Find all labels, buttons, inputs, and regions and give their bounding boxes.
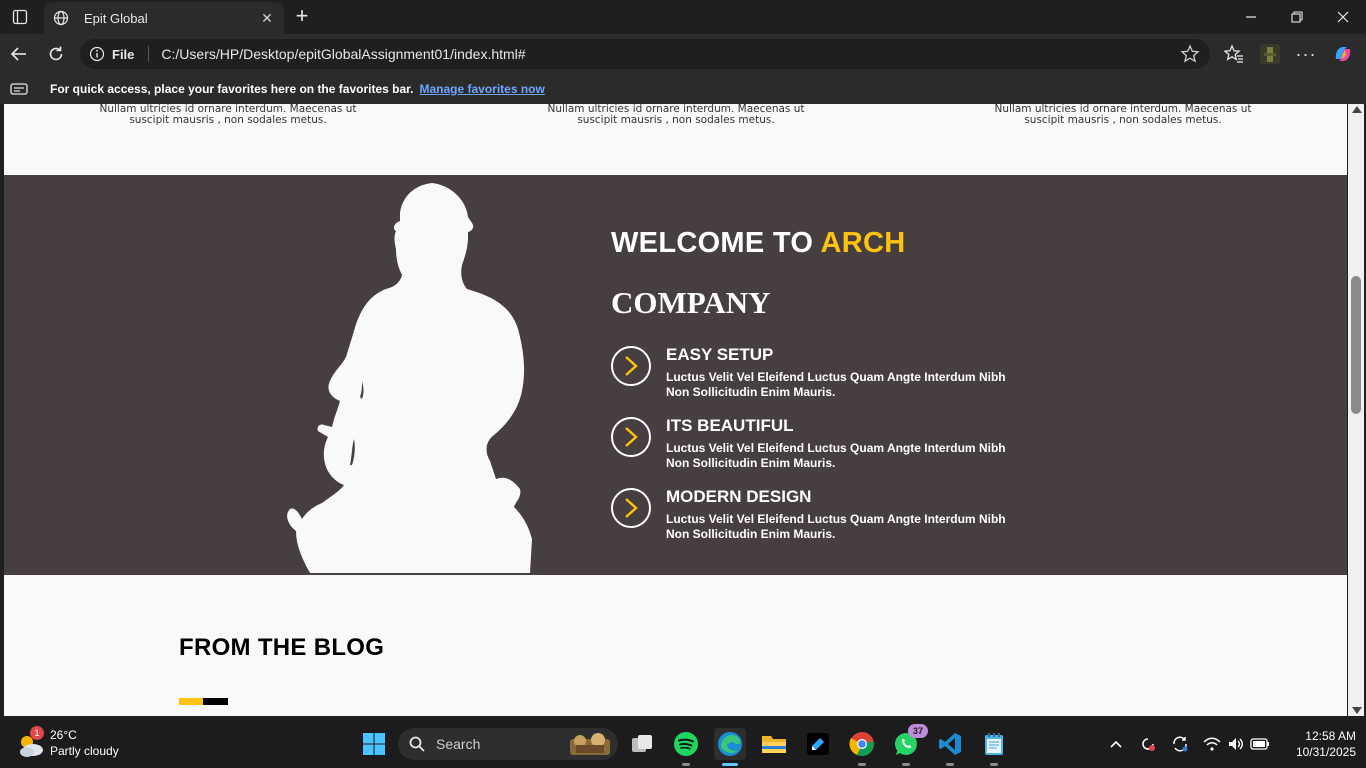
- worker-silhouette-image: [287, 183, 532, 573]
- weather-temp: 26°C: [50, 728, 77, 742]
- page-viewport: Nullam ultricies id ornare interdum. Mae…: [4, 104, 1347, 716]
- copilot-icon[interactable]: [1328, 40, 1358, 68]
- url-text[interactable]: C:/Users/HP/Desktop/epitGlobalAssignment…: [161, 46, 525, 62]
- features-section: Nullam ultricies id ornare interdum. Mae…: [4, 104, 1347, 175]
- feature-item: ITS BEAUTIFUL Luctus Velit Vel Eleifend …: [611, 416, 1031, 479]
- search-icon: [409, 736, 425, 752]
- active-indicator: [722, 763, 738, 766]
- divider: [148, 46, 150, 62]
- weather-condition: Partly cloudy: [50, 744, 119, 758]
- sync-icon[interactable]: [1138, 734, 1158, 754]
- url-scheme: File: [112, 46, 135, 62]
- welcome-heading: WELCOME TO ARCH: [611, 227, 906, 260]
- scroll-up-icon[interactable]: [1352, 106, 1362, 113]
- minimize-icon[interactable]: [1228, 0, 1274, 34]
- search-label: Search: [436, 736, 481, 752]
- running-indicator: [990, 763, 998, 766]
- feature-text: Nullam ultricies id ornare interdum. Mae…: [547, 104, 805, 126]
- clock-date: 10/31/2025: [1295, 745, 1356, 759]
- browser-tab[interactable]: Epit Global ✕: [44, 2, 284, 34]
- scrollbar-thumb[interactable]: [1351, 276, 1361, 414]
- weather-widget[interactable]: 1 26°C Partly cloudy: [16, 726, 146, 762]
- favorites-bar-icon: [10, 82, 28, 96]
- underline-dark: [203, 698, 228, 705]
- blog-section-title: FROM THE BLOG: [179, 634, 385, 661]
- close-window-icon[interactable]: [1320, 0, 1366, 34]
- app-icon[interactable]: [802, 728, 834, 760]
- task-view-icon[interactable]: [626, 728, 658, 760]
- feature-item-title: ITS BEAUTIFUL: [666, 416, 794, 435]
- running-indicator: [858, 763, 866, 766]
- taskbar: 1 26°C Partly cloudy Search 37 12:58 AM …: [0, 720, 1366, 768]
- chevron-right-icon[interactable]: [611, 417, 651, 457]
- tab-title: Epit Global: [84, 10, 148, 26]
- back-arrow-icon[interactable]: [4, 40, 34, 68]
- chevron-right-icon[interactable]: [611, 488, 651, 528]
- more-options-icon[interactable]: ···: [1291, 40, 1321, 68]
- welcome-heading-accent: ARCH: [820, 227, 906, 259]
- tab-actions-icon[interactable]: [8, 6, 32, 28]
- info-icon[interactable]: [88, 45, 106, 63]
- chevron-up-icon[interactable]: [1106, 734, 1126, 754]
- underline-accent: [179, 698, 203, 705]
- feature-item: EASY SETUP Luctus Velit Vel Eleifend Luc…: [611, 345, 1031, 408]
- favorites-bar-message: For quick access, place your favorites h…: [50, 82, 414, 96]
- battery-icon[interactable]: [1250, 734, 1270, 754]
- search-highlight-icon: [570, 733, 610, 755]
- favorite-star-icon[interactable]: [1180, 44, 1200, 64]
- taskbar-clock[interactable]: 12:58 AM 10/31/2025: [1278, 728, 1356, 760]
- volume-icon[interactable]: [1226, 734, 1246, 754]
- notepad-icon[interactable]: [978, 728, 1010, 766]
- feature-text: Nullam ultricies id ornare interdum. Mae…: [994, 104, 1252, 126]
- address-bar[interactable]: File C:/Users/HP/Desktop/epitGlobalAssig…: [80, 39, 1210, 69]
- tab-bar: Epit Global ✕ +: [0, 0, 1366, 34]
- profile-avatar[interactable]: [1255, 40, 1285, 68]
- navigation-bar: File C:/Users/HP/Desktop/epitGlobalAssig…: [0, 34, 1366, 74]
- wifi-icon[interactable]: [1202, 734, 1222, 754]
- new-tab-button[interactable]: +: [290, 5, 314, 29]
- clock-time: 12:58 AM: [1305, 729, 1356, 743]
- scroll-down-icon[interactable]: [1352, 707, 1362, 714]
- title-underline: [179, 698, 228, 705]
- spotify-icon[interactable]: [670, 728, 702, 766]
- chrome-icon[interactable]: [846, 728, 878, 766]
- favorites-icon[interactable]: [1219, 40, 1249, 68]
- running-indicator: [682, 763, 690, 766]
- whatsapp-badge: 37: [908, 724, 928, 738]
- update-icon[interactable]: [1170, 734, 1190, 754]
- welcome-heading-text: WELCOME TO: [611, 227, 821, 259]
- feature-text: Nullam ultricies id ornare interdum. Mae…: [99, 104, 357, 126]
- feature-item-title: MODERN DESIGN: [666, 487, 812, 506]
- welcome-subheading: COMPANY: [611, 285, 771, 320]
- whatsapp-icon[interactable]: 37: [890, 724, 928, 766]
- feature-item-desc: Luctus Velit Vel Eleifend Luctus Quam An…: [666, 512, 1006, 541]
- vscode-icon[interactable]: [934, 728, 966, 766]
- file-explorer-icon[interactable]: [758, 728, 790, 760]
- feature-item-desc: Luctus Velit Vel Eleifend Luctus Quam An…: [666, 370, 1006, 399]
- running-indicator: [946, 763, 954, 766]
- refresh-icon[interactable]: [41, 40, 71, 68]
- globe-icon: [52, 9, 70, 27]
- edge-browser-icon[interactable]: [714, 728, 746, 766]
- running-indicator: [902, 763, 910, 766]
- close-tab-icon[interactable]: ✕: [258, 10, 276, 27]
- feature-item-title: EASY SETUP: [666, 345, 774, 364]
- favorites-bar: For quick access, place your favorites h…: [0, 74, 1366, 104]
- windows-start-icon[interactable]: [358, 728, 390, 760]
- feature-item-desc: Luctus Velit Vel Eleifend Luctus Quam An…: [666, 441, 1006, 470]
- welcome-section: WELCOME TO ARCH COMPANY EASY SETUP Luctu…: [4, 175, 1347, 575]
- page-scrollbar[interactable]: [1348, 104, 1364, 716]
- restore-icon[interactable]: [1274, 0, 1320, 34]
- weather-badge: 1: [30, 726, 44, 740]
- manage-favorites-link[interactable]: Manage favorites now: [419, 82, 544, 96]
- feature-item: MODERN DESIGN Luctus Velit Vel Eleifend …: [611, 487, 1031, 550]
- chevron-right-icon[interactable]: [611, 346, 651, 386]
- taskbar-search[interactable]: Search: [398, 728, 618, 760]
